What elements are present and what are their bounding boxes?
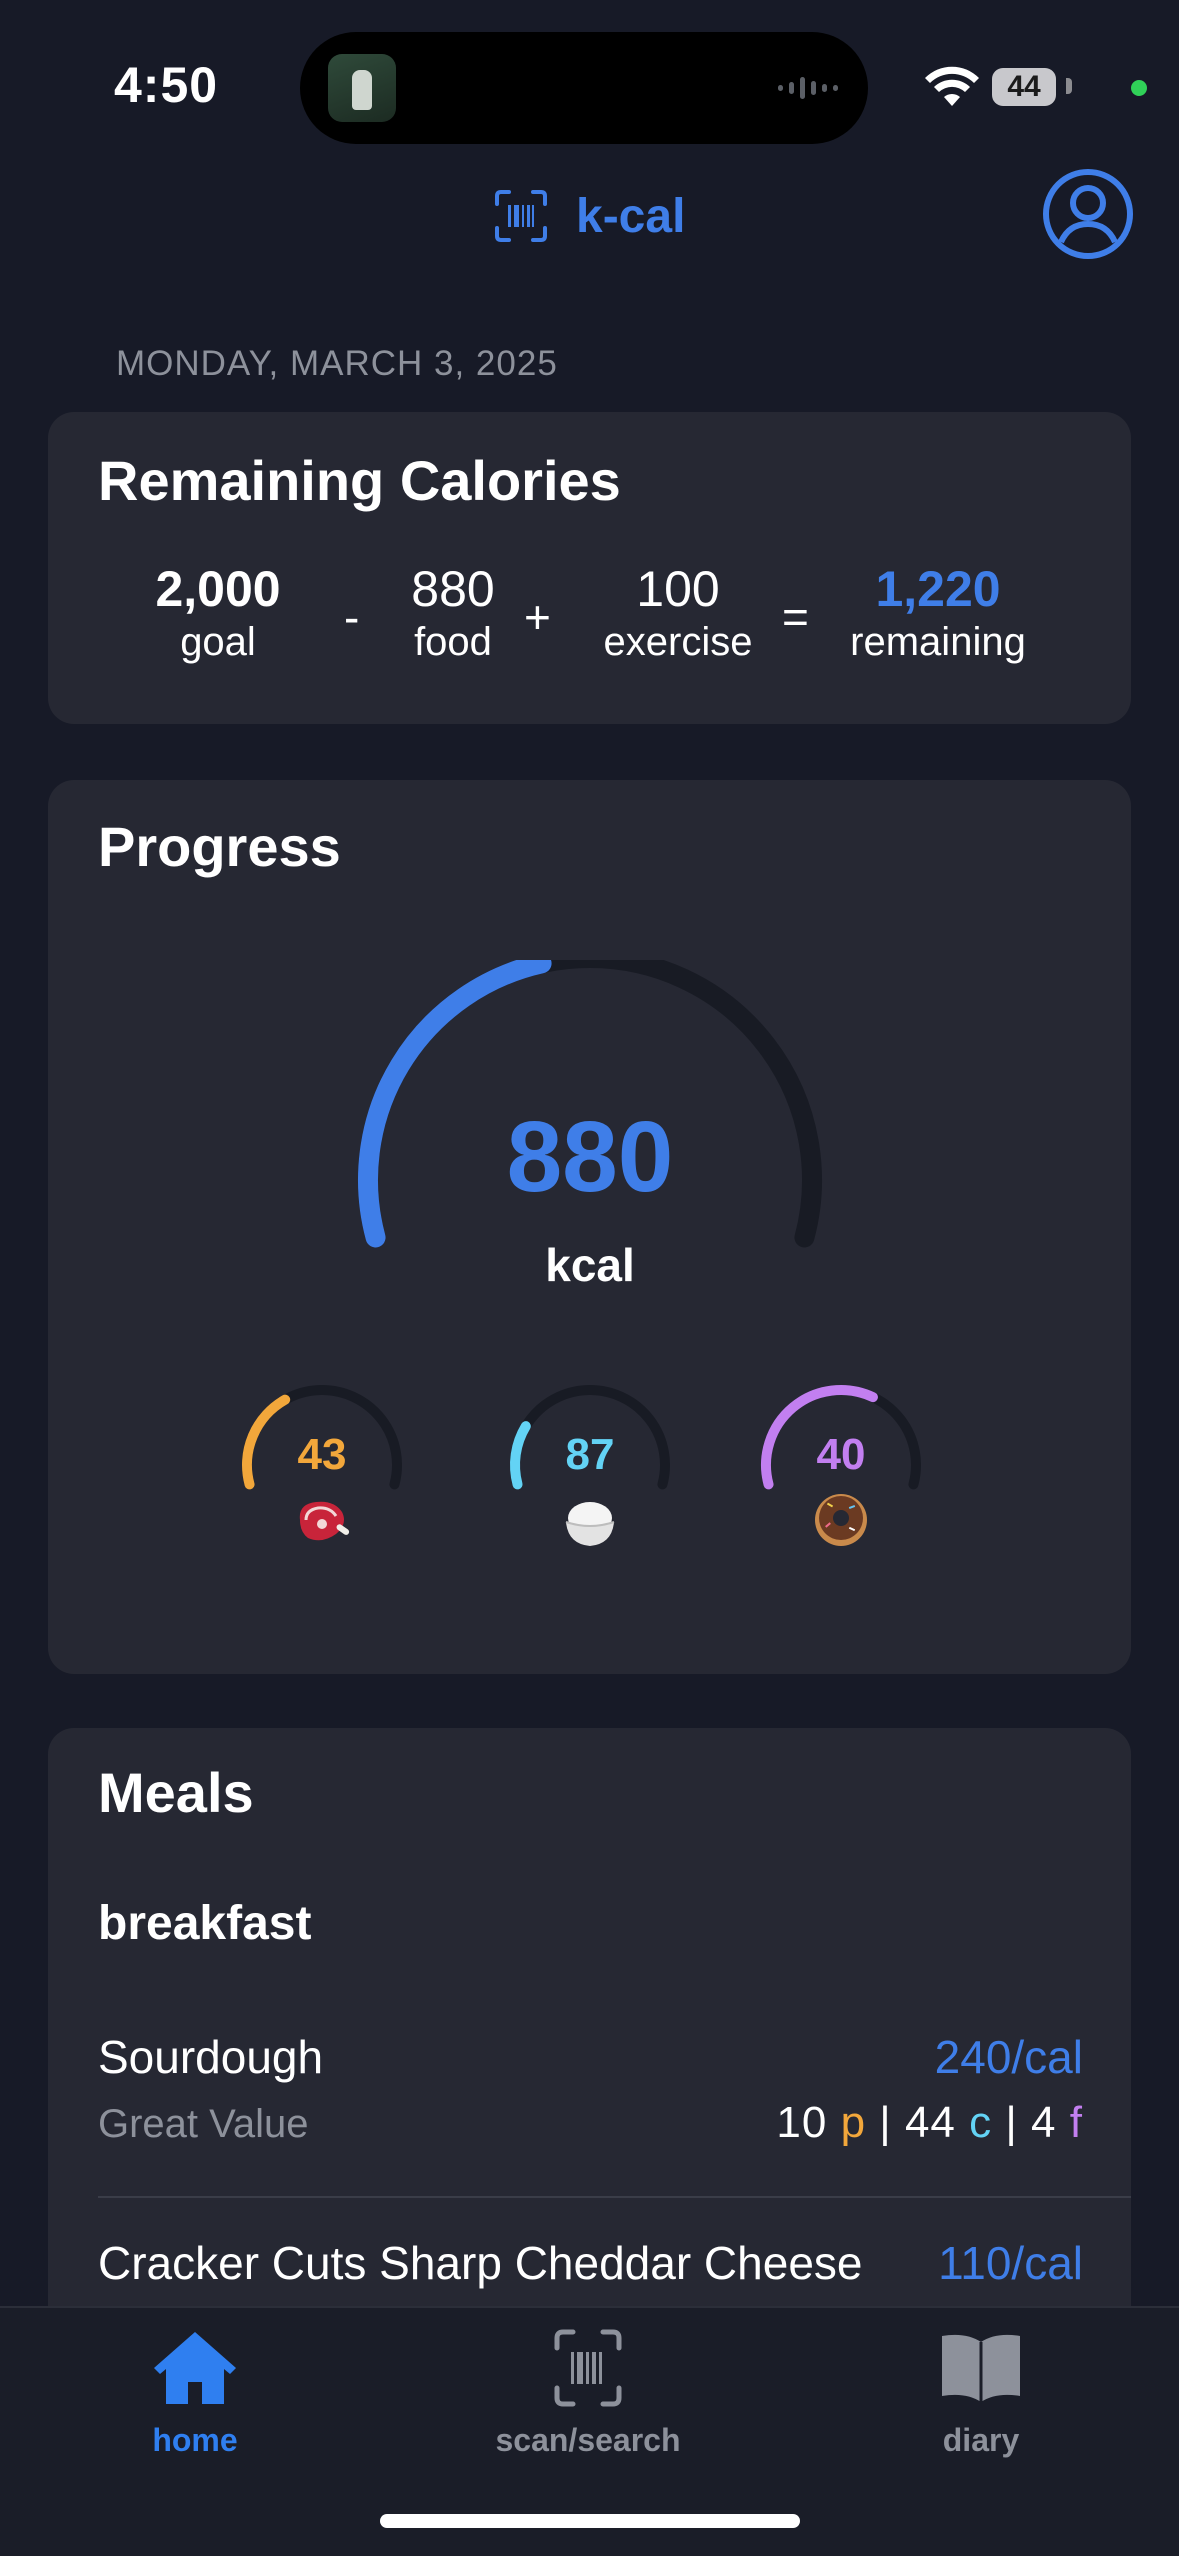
fat-gauge: 40 — [756, 1380, 926, 1560]
carbs-unit: c — [969, 2098, 993, 2147]
food-value: 880 — [411, 561, 495, 617]
dynamic-island[interactable] — [300, 32, 868, 144]
tab-label: scan/search — [495, 2422, 681, 2458]
fat-value: 40 — [816, 1430, 866, 1479]
wifi-icon — [925, 66, 979, 106]
food-brand: Great Value — [98, 2102, 309, 2146]
person-circle-icon[interactable] — [1042, 168, 1134, 260]
tab-label: diary — [942, 2422, 1020, 2458]
food-label: food — [414, 620, 492, 664]
goal-value: 2,000 — [155, 561, 281, 617]
remaining-label: remaining — [850, 620, 1026, 664]
card-title: Meals — [98, 1761, 254, 1824]
protein-gauge: 43 — [237, 1380, 407, 1560]
food-name: Sourdough — [98, 2031, 324, 2083]
rice-bowl-icon — [565, 1502, 615, 1546]
protein-value: 43 — [297, 1430, 347, 1479]
home-indicator[interactable] — [380, 2514, 800, 2528]
app-brand: k-cal — [494, 184, 685, 248]
minus-operator: - — [344, 591, 360, 643]
meal-section-breakfast: breakfast — [98, 1897, 312, 1950]
carbs-value: 87 — [565, 1430, 615, 1479]
barcode-scan-icon — [554, 2329, 622, 2407]
exercise-stat: 100 exercise — [578, 560, 778, 666]
barcode-scan-icon — [495, 190, 547, 242]
kcal-unit: kcal — [545, 1239, 635, 1291]
food-macros: 10 p | 44 c | 4 f — [776, 2098, 1083, 2148]
donut-icon — [815, 1494, 867, 1546]
progress-card[interactable]: Progress 880 kcal 43 87 40 — [48, 780, 1131, 1674]
card-title: Remaining Calories — [98, 449, 621, 512]
equals-operator: = — [782, 591, 809, 643]
status-time: 4:50 — [114, 57, 219, 113]
protein-amount: 10 — [776, 2098, 828, 2147]
battery-nub — [1066, 78, 1072, 94]
audio-waveform-icon — [778, 76, 838, 100]
tab-scan-search[interactable]: scan/search — [438, 2328, 738, 2459]
steak-icon — [299, 1501, 350, 1541]
app-name: k-cal — [576, 189, 686, 243]
house-icon — [154, 2332, 236, 2404]
app-screen: 4:50 44 k-cal MONDAY, MARCH 3, 2025 Rema… — [0, 0, 1179, 2556]
protein-unit: p — [840, 2098, 867, 2147]
remaining-calories-card[interactable]: Remaining Calories 2,000 goal - 880 food… — [48, 412, 1131, 724]
calorie-equation: 2,000 goal - 880 food + 100 exercise = 1… — [48, 560, 1131, 680]
divider — [98, 2196, 1131, 2198]
food-calories: 110/cal — [938, 2237, 1083, 2289]
mic-in-use-indicator — [1131, 80, 1147, 96]
fat-unit: f — [1069, 2098, 1083, 2147]
food-stat: 880 food — [378, 560, 528, 666]
carbs-amount: 44 — [904, 2098, 956, 2147]
tab-label: home — [152, 2422, 238, 2458]
tab-diary[interactable]: diary — [831, 2328, 1131, 2459]
separator: | — [1005, 2098, 1018, 2147]
remaining-stat: 1,220 remaining — [828, 560, 1048, 666]
current-date: MONDAY, MARCH 3, 2025 — [116, 344, 558, 383]
food-name: Cracker Cuts Sharp Cheddar Cheese — [98, 2237, 863, 2289]
book-icon — [942, 2334, 1020, 2402]
tab-home[interactable]: home — [45, 2328, 345, 2459]
now-playing-artwork — [328, 54, 396, 122]
battery-indicator: 44 — [992, 68, 1056, 106]
separator: | — [879, 2098, 892, 2147]
remaining-value: 1,220 — [875, 561, 1001, 617]
fat-amount: 4 — [1031, 2098, 1057, 2147]
goal-label: goal — [180, 620, 256, 664]
goal-stat: 2,000 goal — [148, 560, 288, 666]
plus-operator: + — [524, 591, 551, 643]
kcal-value: 880 — [506, 1101, 674, 1213]
exercise-label: exercise — [603, 620, 753, 664]
card-title: Progress — [98, 815, 341, 878]
exercise-value: 100 — [636, 561, 720, 617]
food-calories: 240/cal — [934, 2031, 1083, 2083]
carbs-gauge: 87 — [505, 1380, 675, 1560]
